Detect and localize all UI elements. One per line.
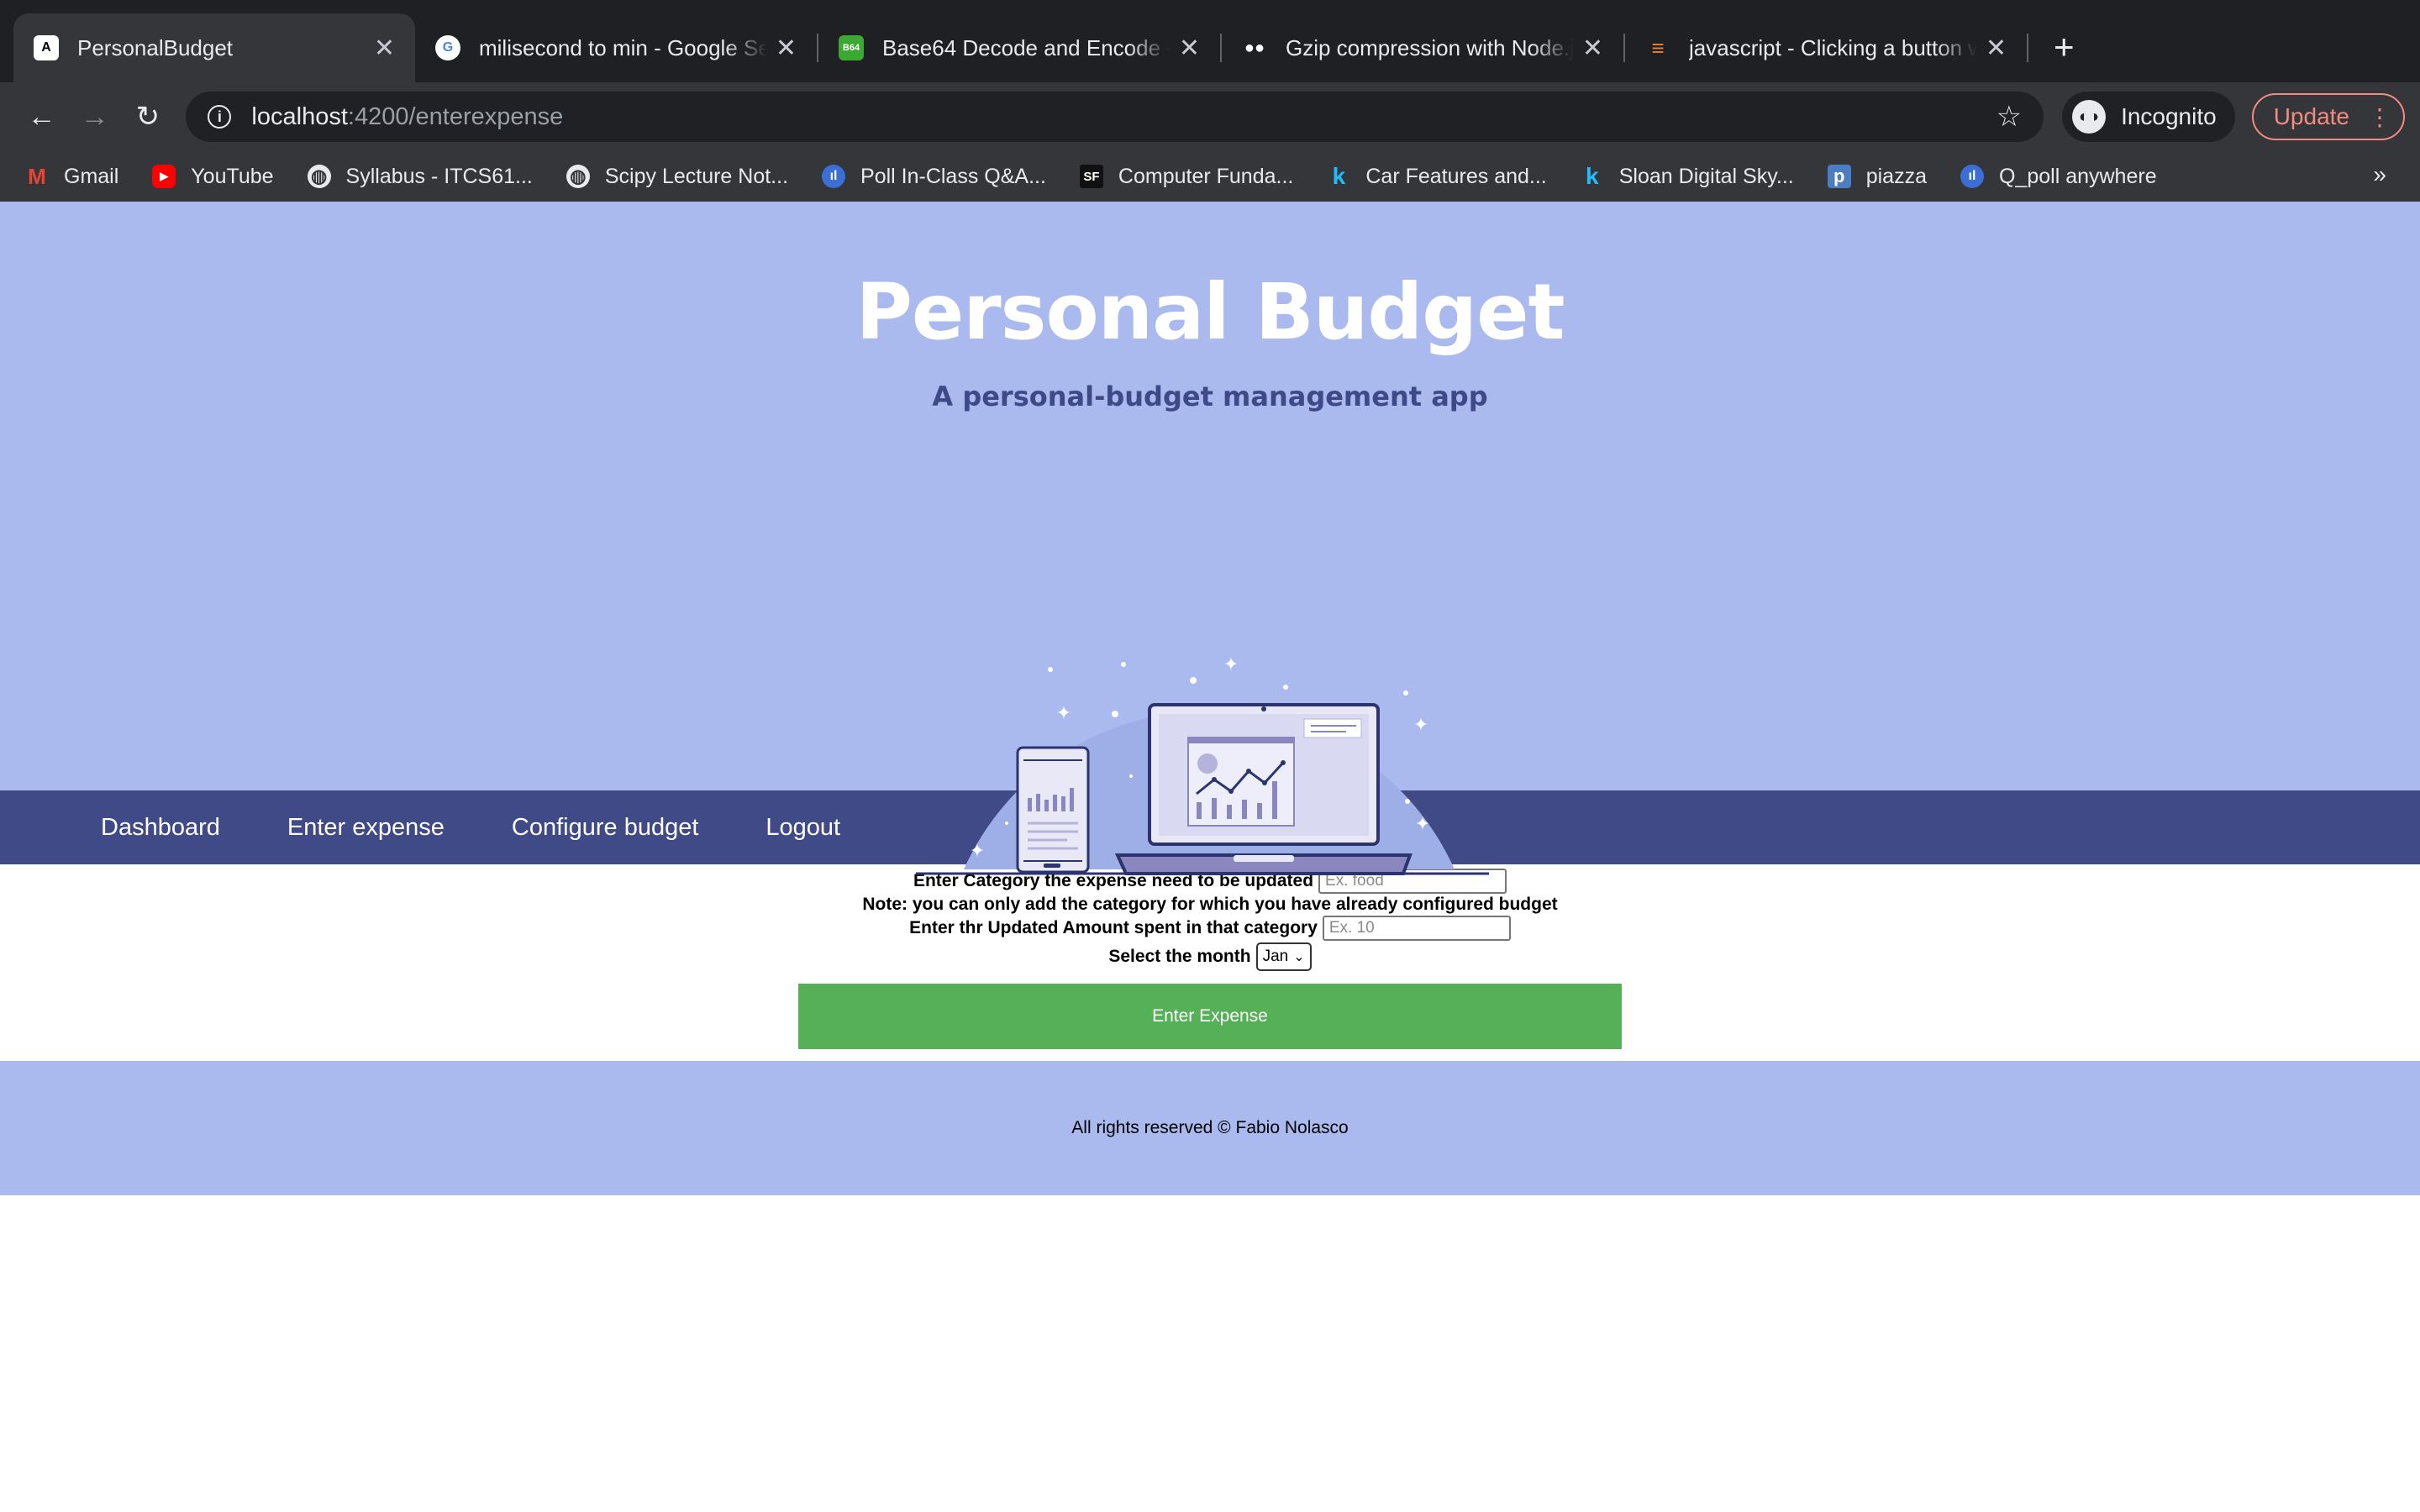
tab-title: PersonalBudget: [77, 34, 234, 60]
svg-text:✦: ✦: [1056, 703, 1071, 724]
enter-expense-form: Enter Category the expense need to be up…: [0, 864, 2420, 1061]
bookmark-syllabus[interactable]: ◍ Syllabus - ITCS61...: [307, 164, 533, 189]
bookmark-label: YouTube: [191, 164, 274, 188]
bookmark-q-poll[interactable]: ıl Q_poll anywhere: [1960, 165, 2157, 189]
incognito-indicator[interactable]: ◐◑ Incognito: [2062, 92, 2235, 142]
piazza-icon: p: [1827, 165, 1851, 188]
bookmark-computer-funda[interactable]: SF Computer Funda...: [1079, 164, 1294, 189]
incognito-icon: ◐◑: [2072, 100, 2107, 134]
copyright-text: All rights reserved © Fabio Nolasco: [1071, 1118, 1349, 1137]
base64-favicon-icon: B64: [839, 35, 864, 60]
tab-gzip[interactable]: ●● Gzip compression with Node.js ✕: [1222, 13, 1623, 82]
close-tab-icon[interactable]: ✕: [1582, 34, 1603, 63]
reload-icon[interactable]: ↻: [121, 100, 174, 134]
svg-text:✦: ✦: [1415, 814, 1430, 835]
kaggle-icon: k: [1585, 163, 1599, 189]
browser-toolbar: ← → ↻ i localhost:4200/enterexpense ☆ ◐◑…: [0, 82, 2420, 202]
new-tab-icon[interactable]: +: [2054, 27, 2075, 67]
url-host: localhost: [251, 102, 348, 130]
bookmark-sloan[interactable]: k Sloan Digital Sky...: [1581, 163, 1794, 189]
close-tab-icon[interactable]: ✕: [374, 34, 395, 63]
bookmark-label: Computer Funda...: [1118, 164, 1294, 188]
bookmark-scipy[interactable]: ◍ Scipy Lecture Not...: [566, 165, 788, 189]
youtube-icon: ▶: [152, 165, 176, 188]
tab-title: Base64 Decode and Encode -: [882, 34, 1171, 60]
month-value: Jan: [1262, 948, 1289, 965]
incognito-label: Incognito: [2121, 103, 2217, 129]
nav-enter-expense[interactable]: Enter expense: [287, 814, 445, 842]
bookmark-poll[interactable]: ıl Poll In-Class Q&A...: [822, 165, 1046, 189]
globe-icon: ◍: [566, 165, 590, 188]
amount-label: Enter thr Updated Amount spent in that c…: [909, 918, 1318, 937]
address-bar[interactable]: i localhost:4200/enterexpense ☆: [186, 92, 2044, 142]
svg-text:✦: ✦: [970, 841, 985, 862]
tab-personalbudget[interactable]: A PersonalBudget ✕: [13, 13, 415, 82]
chevron-down-icon: ⌄: [1293, 950, 1305, 964]
info-icon[interactable]: i: [208, 105, 232, 129]
budget-devices-illustration: ✦ ✦ ✦ ✦ ✦: [916, 654, 1489, 875]
close-tab-icon[interactable]: ✕: [1986, 34, 2007, 63]
bookmark-car-features[interactable]: k Car Features and...: [1327, 163, 1547, 189]
nav-logout[interactable]: Logout: [765, 814, 840, 842]
tab-base64[interactable]: B64 Base64 Decode and Encode - ✕: [818, 13, 1220, 82]
tab-divider: [2027, 34, 2028, 62]
bookmark-label: Gmail: [64, 164, 119, 188]
bookmark-piazza[interactable]: p piazza: [1827, 164, 1927, 189]
bookmark-label: Poll In-Class Q&A...: [860, 164, 1046, 188]
svg-text:✦: ✦: [1223, 654, 1239, 675]
bookmark-label: Scipy Lecture Not...: [604, 164, 789, 188]
medium-favicon-icon: ●●: [1244, 38, 1265, 57]
close-tab-icon[interactable]: ✕: [1179, 34, 1200, 63]
page-subtitle: A personal-budget management app: [932, 381, 1488, 412]
bookmark-label: Q_poll anywhere: [1998, 164, 2157, 188]
update-button[interactable]: Update ⋮: [2251, 93, 2405, 140]
amount-input[interactable]: [1322, 916, 1511, 941]
stackoverflow-favicon-icon: ≡: [1651, 34, 1665, 60]
nav-dashboard[interactable]: Dashboard: [101, 814, 220, 842]
sf-icon: SF: [1079, 165, 1103, 188]
update-label: Update: [2273, 103, 2349, 129]
bookmark-label: Sloan Digital Sky...: [1618, 164, 1794, 188]
back-arrow-icon[interactable]: ←: [15, 101, 68, 134]
category-note: Note: you can only add the category for …: [862, 895, 1558, 914]
month-select[interactable]: Jan ⌄: [1255, 942, 1312, 971]
forward-arrow-icon[interactable]: →: [68, 101, 121, 134]
svg-text:✦: ✦: [1413, 715, 1428, 736]
url-path: :4200/enterexpense: [347, 102, 564, 130]
angular-favicon-icon: A: [34, 35, 59, 60]
tab-title: Gzip compression with Node.js: [1286, 34, 1574, 60]
page-title: Personal Budget: [855, 267, 1565, 357]
hero-banner: Personal Budget A personal-budget manage…: [0, 202, 2420, 875]
tab-google-search[interactable]: G milisecond to min - Google Sea ✕: [415, 13, 817, 82]
kaggle-icon: k: [1332, 163, 1346, 189]
close-tab-icon[interactable]: ✕: [776, 34, 797, 63]
browser-tab-strip: A PersonalBudget ✕ G milisecond to min -…: [0, 0, 2420, 82]
tab-title: milisecond to min - Google Sea: [479, 34, 767, 60]
gmail-icon: M: [28, 163, 46, 189]
poll-everywhere-icon: ıl: [822, 165, 846, 188]
bookmark-label: Syllabus - ITCS61...: [345, 164, 533, 188]
tab-stackoverflow[interactable]: ≡ javascript - Clicking a button w ✕: [1625, 13, 2027, 82]
bookmark-label: Car Features and...: [1365, 164, 1547, 188]
month-label: Select the month: [1108, 947, 1251, 966]
bookmarks-bar: M Gmail ▶ YouTube ◍ Syllabus - ITCS61...…: [0, 151, 2420, 202]
nav-configure-budget[interactable]: Configure budget: [512, 814, 699, 842]
bookmark-star-icon[interactable]: ☆: [1996, 100, 2022, 134]
bookmarks-overflow-icon[interactable]: »: [2373, 161, 2386, 188]
bookmark-label: piazza: [1865, 164, 1927, 188]
bookmark-youtube[interactable]: ▶ YouTube: [152, 164, 274, 189]
page-footer: All rights reserved © Fabio Nolasco: [0, 1061, 2420, 1195]
enter-expense-button[interactable]: Enter Expense: [798, 984, 1622, 1049]
poll-everywhere-icon: ıl: [1960, 165, 1984, 188]
kebab-menu-icon[interactable]: ⋮: [2368, 103, 2391, 131]
globe-icon: ◍: [307, 165, 331, 188]
google-favicon-icon: G: [435, 35, 460, 60]
bookmark-gmail[interactable]: M Gmail: [25, 163, 119, 189]
tab-title: javascript - Clicking a button w: [1689, 34, 1977, 60]
